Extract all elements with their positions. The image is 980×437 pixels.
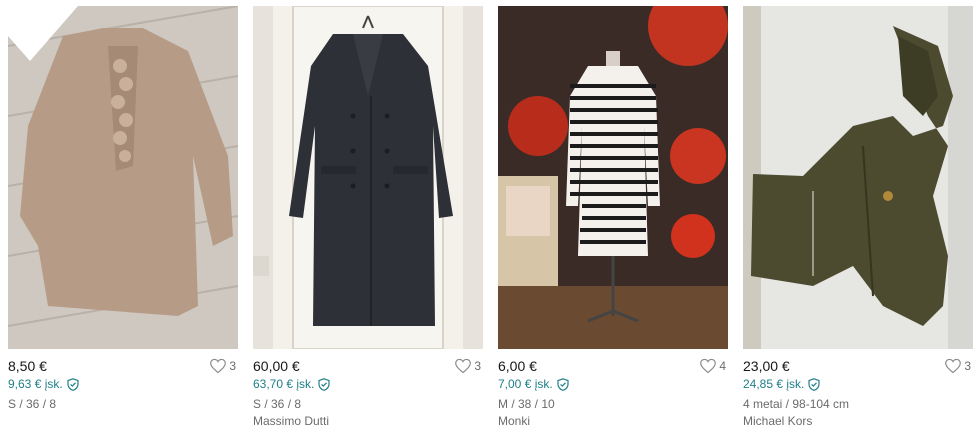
- favorite-count: 3: [229, 359, 236, 373]
- item-photo-dress[interactable]: [498, 6, 728, 349]
- heart-outline-icon: [455, 358, 472, 374]
- buyer-price: 9,63 € įsk.: [8, 377, 63, 391]
- item-size-details: S / 36 / 8: [8, 397, 57, 411]
- item-price: 8,50 €: [8, 358, 47, 374]
- item-price: 23,00 €: [743, 358, 790, 374]
- item-photo-jacket[interactable]: [743, 6, 973, 349]
- favorite-button[interactable]: 3: [454, 358, 481, 374]
- item-card[interactable]: 60,00 € 3 63,70 € įsk. S / 36 / 8 Massim…: [253, 6, 483, 429]
- shield-check-icon: [318, 378, 330, 391]
- item-grid: 8,50 € 3 9,63 € įsk. S / 36 / 8 60,00 € …: [0, 0, 980, 437]
- favorite-button[interactable]: 4: [699, 358, 726, 374]
- item-brand[interactable]: Michael Kors: [743, 413, 973, 429]
- item-price: 6,00 €: [498, 358, 537, 374]
- buyer-price-row[interactable]: 63,70 € įsk.: [253, 377, 483, 392]
- heart-outline-icon: [700, 358, 717, 374]
- buyer-price: 24,85 € įsk.: [743, 377, 805, 391]
- buyer-price: 63,70 € įsk.: [253, 377, 315, 391]
- favorite-count: 4: [719, 359, 726, 373]
- shield-check-icon: [808, 378, 820, 391]
- favorite-count: 3: [964, 359, 971, 373]
- item-photo-blouse[interactable]: [8, 6, 238, 349]
- favorite-count: 3: [474, 359, 481, 373]
- heart-outline-icon: [210, 358, 227, 374]
- item-brand[interactable]: Massimo Dutti: [253, 413, 483, 429]
- item-card[interactable]: 6,00 € 4 7,00 € įsk. M / 38 / 10 Monki: [498, 6, 728, 429]
- item-size-details: 4 metai / 98-104 cm: [743, 397, 850, 411]
- shield-check-icon: [557, 378, 569, 391]
- item-price: 60,00 €: [253, 358, 300, 374]
- item-size-details: S / 36 / 8: [253, 397, 302, 411]
- item-brand[interactable]: Monki: [498, 413, 728, 429]
- item-photo-coat[interactable]: [253, 6, 483, 349]
- shield-check-icon: [67, 378, 79, 391]
- buyer-price-row[interactable]: 9,63 € įsk.: [8, 377, 238, 392]
- item-card[interactable]: 23,00 € 3 24,85 € įsk. 4 metai / 98-104 …: [743, 6, 973, 429]
- item-card[interactable]: 8,50 € 3 9,63 € įsk. S / 36 / 8: [8, 6, 238, 412]
- favorite-button[interactable]: 3: [944, 358, 971, 374]
- heart-outline-icon: [945, 358, 962, 374]
- favorite-button[interactable]: 3: [209, 358, 236, 374]
- item-size-details: M / 38 / 10: [498, 397, 555, 411]
- buyer-price-row[interactable]: 7,00 € įsk.: [498, 377, 728, 392]
- buyer-price-row[interactable]: 24,85 € įsk.: [743, 377, 973, 392]
- buyer-price: 7,00 € įsk.: [498, 377, 553, 391]
